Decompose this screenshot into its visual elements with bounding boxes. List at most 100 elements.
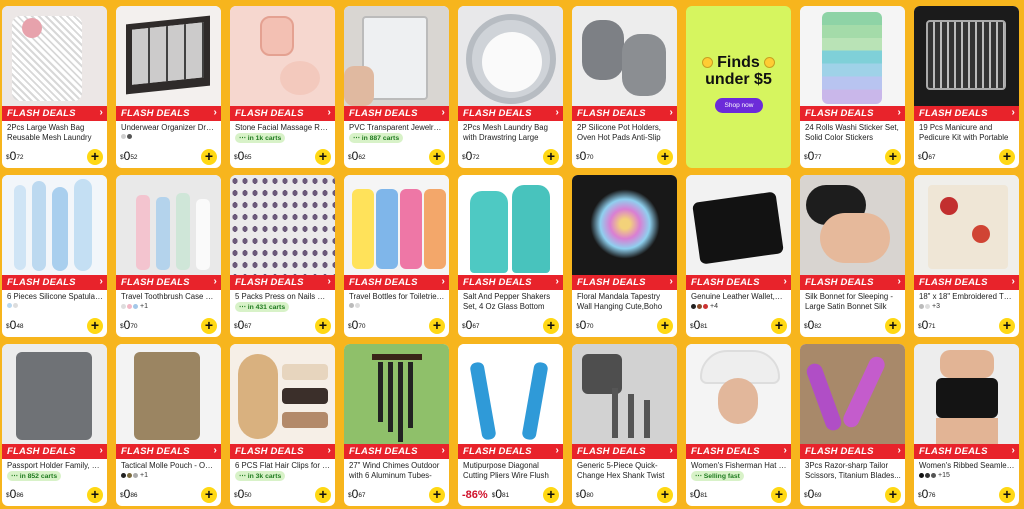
product-title[interactable]: Women's Ribbed Seamless Hi... bbox=[919, 461, 1015, 471]
add-to-cart-button[interactable]: + bbox=[429, 318, 445, 334]
product-card[interactable]: FLASH DEALS› PVC Transparent Jewelry Sto.… bbox=[344, 6, 449, 168]
color-swatch[interactable] bbox=[133, 473, 138, 478]
product-image[interactable] bbox=[344, 344, 449, 444]
product-image[interactable] bbox=[686, 344, 791, 444]
add-to-cart-button[interactable]: + bbox=[429, 487, 445, 503]
product-card[interactable]: FLASH DEALS› Travel Toothbrush Case with … bbox=[116, 175, 221, 337]
color-swatch[interactable] bbox=[691, 304, 696, 309]
product-image[interactable] bbox=[572, 6, 677, 106]
add-to-cart-button[interactable]: + bbox=[657, 149, 673, 165]
product-image[interactable] bbox=[230, 344, 335, 444]
product-card[interactable]: FLASH DEALS › Salt And Pepper Shakers Set,… bbox=[458, 175, 563, 337]
color-swatch[interactable] bbox=[13, 303, 18, 308]
product-image[interactable] bbox=[800, 344, 905, 444]
product-image[interactable] bbox=[230, 6, 335, 106]
product-image[interactable] bbox=[800, 6, 905, 106]
product-image[interactable] bbox=[2, 175, 107, 275]
product-title[interactable]: Genuine Leather Wallet,RFID ... bbox=[691, 292, 787, 302]
add-to-cart-button[interactable]: + bbox=[999, 487, 1015, 503]
product-title[interactable]: Passport Holder Family, Wom... bbox=[7, 461, 103, 471]
add-to-cart-button[interactable]: + bbox=[657, 487, 673, 503]
product-title[interactable]: Mutipurpose Diagonal Cutting Pliers Wire… bbox=[463, 461, 559, 481]
product-title[interactable]: 5 Packs Press on Nails Metalli... bbox=[235, 292, 331, 302]
add-to-cart-button[interactable]: + bbox=[885, 149, 901, 165]
product-card[interactable]: FLASH DEALS› Passport Holder Family, Wom.… bbox=[2, 344, 107, 506]
add-to-cart-button[interactable]: + bbox=[201, 149, 217, 165]
product-title[interactable]: 27" Wind Chimes Outdoor with 6 Aluminum … bbox=[349, 461, 445, 481]
product-image[interactable] bbox=[344, 6, 449, 106]
product-title[interactable]: 6 Pieces Silicone Spatula Set,... bbox=[7, 292, 103, 302]
color-swatch[interactable] bbox=[931, 473, 936, 478]
product-image[interactable] bbox=[230, 175, 335, 275]
product-card[interactable]: FLASH DEALS› Stone Facial Massage Roller … bbox=[230, 6, 335, 168]
product-title[interactable]: 3Pcs Razor-sharp Tailor Scissors, Titani… bbox=[805, 461, 901, 481]
product-title[interactable]: 24 Rolls Washi Sticker Set, Solid Color … bbox=[805, 123, 901, 143]
product-image[interactable] bbox=[458, 6, 563, 106]
product-card[interactable]: FLASH DEALS › Silk Bonnet for Sleeping - L… bbox=[800, 175, 905, 337]
product-card[interactable]: FLASH DEALS› 18" x 18" Embroidered Throw.… bbox=[914, 175, 1019, 337]
color-swatch[interactable] bbox=[121, 473, 126, 478]
add-to-cart-button[interactable]: + bbox=[429, 149, 445, 165]
product-title[interactable]: 18" x 18" Embroidered Throw... bbox=[919, 292, 1015, 302]
add-to-cart-button[interactable]: + bbox=[657, 318, 673, 334]
color-swatch[interactable] bbox=[127, 473, 132, 478]
add-to-cart-button[interactable]: + bbox=[771, 487, 787, 503]
product-image[interactable] bbox=[686, 175, 791, 275]
product-title[interactable]: Travel Bottles for Toiletries,T... bbox=[349, 292, 445, 302]
promo-card-finds-under-5[interactable]: Finds under $5 Shop now bbox=[686, 6, 791, 168]
add-to-cart-button[interactable]: + bbox=[87, 487, 103, 503]
product-image[interactable] bbox=[914, 175, 1019, 275]
product-title[interactable]: Generic 5-Piece Quick-Change Hex Shank T… bbox=[577, 461, 673, 481]
product-card[interactable]: FLASH DEALS› Underwear Organizer Drawer..… bbox=[116, 6, 221, 168]
product-title[interactable]: Women's Fisherman Hat - Ou... bbox=[691, 461, 787, 471]
product-image[interactable] bbox=[116, 6, 221, 106]
add-to-cart-button[interactable]: + bbox=[999, 149, 1015, 165]
color-swatch[interactable] bbox=[925, 304, 930, 309]
add-to-cart-button[interactable]: + bbox=[543, 149, 559, 165]
product-image[interactable] bbox=[116, 344, 221, 444]
product-title[interactable]: 2P Silicone Pot Holders, Oven Hot Pads A… bbox=[577, 123, 673, 143]
product-title[interactable]: Tactical Molle Pouch - Outdo... bbox=[121, 461, 217, 471]
product-card[interactable]: FLASH DEALS › 2P Silicone Pot Holders, Ove… bbox=[572, 6, 677, 168]
product-image[interactable] bbox=[2, 6, 107, 106]
product-card[interactable]: FLASH DEALS › 19 Pcs Manicure and Pedicure… bbox=[914, 6, 1019, 168]
product-card[interactable]: FLASH DEALS› Genuine Leather Wallet,RFID … bbox=[686, 175, 791, 337]
product-card[interactable]: FLASH DEALS › Travel Bottles for Toiletrie… bbox=[344, 175, 449, 337]
product-card[interactable]: FLASH DEALS › 3Pcs Razor-sharp Tailor Scis… bbox=[800, 344, 905, 506]
color-swatch[interactable] bbox=[7, 303, 12, 308]
add-to-cart-button[interactable]: + bbox=[87, 149, 103, 165]
color-swatch[interactable] bbox=[121, 134, 126, 139]
product-title[interactable]: PVC Transparent Jewelry Sto... bbox=[349, 123, 445, 133]
product-image[interactable] bbox=[572, 344, 677, 444]
add-to-cart-button[interactable]: + bbox=[315, 318, 331, 334]
add-to-cart-button[interactable]: + bbox=[999, 318, 1015, 334]
add-to-cart-button[interactable]: + bbox=[771, 318, 787, 334]
add-to-cart-button[interactable]: + bbox=[543, 318, 559, 334]
color-swatch[interactable] bbox=[919, 473, 924, 478]
product-card[interactable]: FLASH DEALS › 24 Rolls Washi Sticker Set, … bbox=[800, 6, 905, 168]
shop-now-button[interactable]: Shop now bbox=[715, 98, 763, 113]
product-title[interactable]: Travel Toothbrush Case with ... bbox=[121, 292, 217, 302]
product-title[interactable]: Floral Mandala Tapestry Wall Hanging Cut… bbox=[577, 292, 673, 312]
product-image[interactable] bbox=[914, 344, 1019, 444]
product-card[interactable]: FLASH DEALS › 6 PCS Flat Hair Clips for Wo… bbox=[230, 344, 335, 506]
color-swatch[interactable] bbox=[919, 304, 924, 309]
product-title[interactable]: Underwear Organizer Drawer... bbox=[121, 123, 217, 133]
color-swatch[interactable] bbox=[349, 303, 354, 308]
product-title[interactable]: 19 Pcs Manicure and Pedicure Kit with Po… bbox=[919, 123, 1015, 143]
product-image[interactable] bbox=[2, 344, 107, 444]
product-image[interactable] bbox=[458, 175, 563, 275]
product-card[interactable]: FLASH DEALS › 2Pcs Large Wash Bag Reusable… bbox=[2, 6, 107, 168]
product-image[interactable] bbox=[458, 344, 563, 444]
product-image[interactable] bbox=[116, 175, 221, 275]
add-to-cart-button[interactable]: + bbox=[87, 318, 103, 334]
product-title[interactable]: Stone Facial Massage Roller a... bbox=[235, 123, 331, 133]
product-card[interactable]: FLASH DEALS› 5 Packs Press on Nails Metal… bbox=[230, 175, 335, 337]
product-card[interactable]: FLASH DEALS › Floral Mandala Tapestry Wall… bbox=[572, 175, 677, 337]
product-card[interactable]: FLASH DEALS › Tactical Molle Pouch - Outdo… bbox=[116, 344, 221, 506]
color-swatch[interactable] bbox=[697, 304, 702, 309]
color-swatch[interactable] bbox=[127, 304, 132, 309]
color-swatch[interactable] bbox=[703, 304, 708, 309]
color-swatch[interactable] bbox=[121, 304, 126, 309]
product-card[interactable]: FLASH DEALS› Women's Fisherman Hat - Ou..… bbox=[686, 344, 791, 506]
